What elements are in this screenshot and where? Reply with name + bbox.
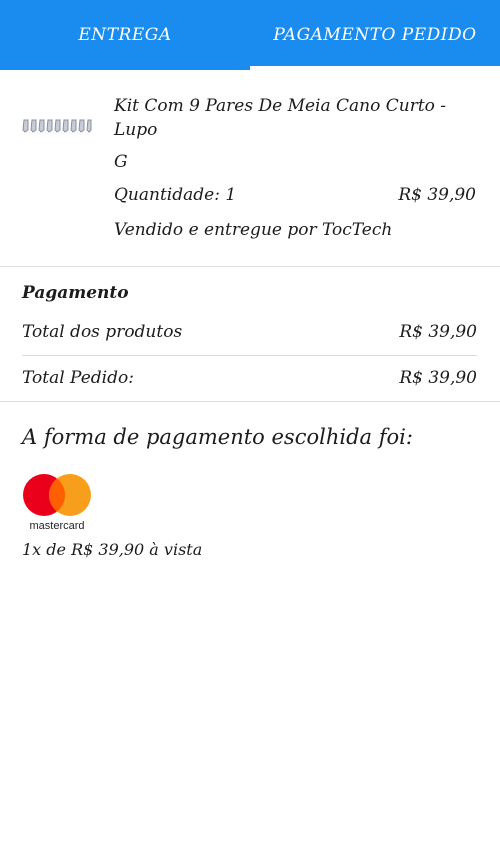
product-quantity: Quantidade: 1 xyxy=(114,185,237,205)
payment-section-title: Pagamento xyxy=(22,283,129,303)
order-total-label: Total Pedido: xyxy=(22,368,134,388)
socks-icon xyxy=(22,118,92,134)
installments-text: 1x de R$ 39,90 à vista xyxy=(22,540,203,559)
mastercard-wordmark: mastercard xyxy=(29,520,84,532)
product-size: G xyxy=(114,152,128,172)
divider xyxy=(0,401,500,402)
product-price: R$ 39,90 xyxy=(398,185,476,205)
payment-method-title: A forma de pagamento escolhida foi: xyxy=(22,425,413,449)
tab-delivery[interactable]: ENTREGA xyxy=(0,0,250,70)
products-total-row: Total dos produtos R$ 39,90 xyxy=(22,308,477,356)
product-card: Kit Com 9 Pares De Meia Cano Curto - Lup… xyxy=(0,70,500,267)
product-title[interactable]: Kit Com 9 Pares De Meia Cano Curto - Lup… xyxy=(114,94,464,142)
tab-bar: ENTREGA PAGAMENTO PEDIDO xyxy=(0,0,500,70)
order-total-row: Total Pedido: R$ 39,90 xyxy=(22,354,477,402)
mastercard-logo: mastercard xyxy=(22,474,94,532)
tab-payment[interactable]: PAGAMENTO PEDIDO xyxy=(250,0,500,70)
product-seller: Vendido e entregue por TocTech xyxy=(114,220,393,240)
products-total-value: R$ 39,90 xyxy=(399,321,477,342)
order-total-value: R$ 39,90 xyxy=(399,368,477,388)
products-total-label: Total dos produtos xyxy=(22,321,183,342)
